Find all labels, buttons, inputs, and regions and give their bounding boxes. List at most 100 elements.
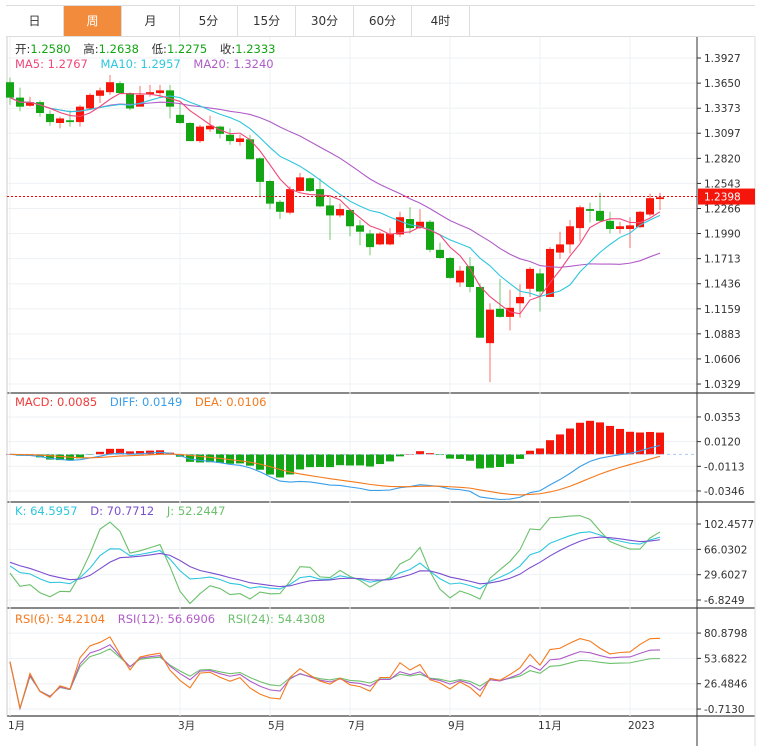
kdj-legend: K: 64.5957 D: 70.7712 J: 52.2447: [15, 504, 234, 518]
ma20-line: [9, 97, 661, 268]
price-axis-label: 1.0606: [704, 354, 741, 366]
candle-down: [496, 308, 504, 317]
candle-up: [196, 126, 204, 142]
candle-down: [276, 201, 284, 212]
price-axis-label: 1.1990: [704, 229, 741, 241]
open-value: 1.2580: [30, 42, 71, 56]
rsi-legend: RSI(6): 54.2104 RSI(12): 56.6906 RSI(24)…: [15, 612, 334, 626]
kdj-axis-label: 66.0302: [704, 544, 747, 556]
macd-bar: [366, 454, 374, 467]
rsi-axis-label: -0.7130: [704, 704, 745, 716]
macd-bar: [566, 428, 574, 455]
macd-bar: [256, 454, 264, 470]
price-axis-label: 1.3650: [704, 78, 741, 90]
macd-bar: [616, 428, 624, 455]
candle-up: [456, 270, 464, 283]
candle-down: [176, 114, 184, 123]
candle-down: [126, 93, 134, 109]
price-axis-label: 1.2266: [704, 204, 741, 216]
candle-up: [76, 106, 84, 123]
macd-bar: [326, 454, 334, 468]
ma10-legend: MA10: 1.2957: [100, 57, 181, 71]
low-label: 低:: [151, 42, 167, 56]
candle-up: [546, 248, 554, 297]
candle-down: [446, 257, 454, 278]
j-line: [9, 515, 661, 605]
macd-axis-label: 0.0353: [704, 412, 741, 424]
macd-bar: [546, 440, 554, 455]
candle-down: [586, 209, 594, 211]
candle-up: [566, 226, 574, 245]
candle-down: [46, 113, 54, 123]
macd-bar: [626, 431, 634, 455]
candle-down: [226, 134, 234, 142]
x-axis-label: 1月: [8, 720, 25, 732]
candle-up: [56, 118, 64, 123]
candle-up: [526, 268, 534, 289]
macd-bar: [606, 425, 614, 455]
x-axis-label: 5月: [268, 720, 285, 732]
ohlc-legend: 开:1.2580 高:1.2638 低:1.2275 收:1.2333: [15, 41, 284, 57]
macd-bar: [486, 454, 494, 468]
macd-bar: [236, 454, 244, 464]
candle-up: [646, 198, 654, 215]
price-axis-label: 1.2820: [704, 153, 741, 165]
candle-up: [576, 207, 584, 229]
kdj-axis-label: 102.4577: [704, 519, 754, 531]
open-label: 开:: [15, 42, 31, 56]
j-value: J: 52.2447: [166, 504, 226, 518]
macd-bar: [496, 454, 504, 467]
macd-bar: [476, 454, 484, 469]
candle-up: [96, 90, 104, 96]
candlestick-chart[interactable]: 1.39271.36501.33731.30971.28201.25431.22…: [0, 0, 759, 746]
d-value: D: 70.7712: [90, 504, 155, 518]
price-axis-label: 1.1713: [704, 254, 741, 266]
macd-axis-label: -0.0113: [704, 461, 745, 473]
candle-up: [296, 177, 304, 191]
candle-up: [656, 197, 664, 200]
dea-line: [9, 453, 661, 496]
rsi-axis-label: 53.6822: [704, 653, 747, 665]
price-axis-label: 1.3373: [704, 103, 741, 115]
k-line: [9, 531, 661, 590]
candle-down: [366, 233, 374, 248]
candle-up: [336, 209, 344, 216]
rsi6-line: [9, 636, 661, 709]
candle-down: [326, 205, 334, 216]
d-line: [9, 536, 661, 588]
candle-up: [136, 94, 144, 107]
dea-value: DEA: 0.0106: [194, 395, 267, 409]
high-label: 高:: [83, 42, 99, 56]
candle-down: [476, 286, 484, 338]
candle-up: [156, 90, 164, 94]
candle-down: [356, 225, 364, 232]
low-value: 1.2275: [166, 42, 208, 56]
x-axis-label: 11月: [538, 720, 562, 732]
price-axis-label: 1.1159: [704, 304, 741, 316]
macd-bar: [576, 422, 584, 455]
candle-up: [236, 138, 244, 143]
rsi-axis-label: 26.4846: [704, 679, 748, 691]
macd-bar: [526, 450, 534, 455]
diff-value: DIFF: 0.0149: [109, 395, 183, 409]
macd-bar: [456, 454, 464, 459]
x-axis-label: 3月: [178, 720, 195, 732]
macd-bar: [646, 431, 654, 455]
macd-bar: [376, 454, 384, 465]
macd-bar: [466, 454, 474, 461]
kdj-axis-label: -6.8249: [704, 595, 745, 607]
candle-down: [426, 221, 434, 250]
close-label: 收:: [219, 42, 236, 56]
x-axis-label: 9月: [448, 720, 465, 732]
candle-down: [606, 220, 614, 229]
macd-bar: [516, 454, 524, 459]
ma5-line: [9, 92, 661, 315]
candle-down: [316, 189, 324, 207]
price-axis-label: 1.1436: [704, 279, 741, 291]
macd-bar: [586, 420, 594, 455]
macd-bar: [276, 454, 284, 478]
candle-down: [116, 83, 124, 94]
macd-legend: MACD: 0.0085 DIFF: 0.0149 DEA: 0.0106: [15, 395, 275, 409]
ma5-legend: MA5: 1.2767: [15, 57, 88, 71]
candle-down: [6, 82, 14, 98]
